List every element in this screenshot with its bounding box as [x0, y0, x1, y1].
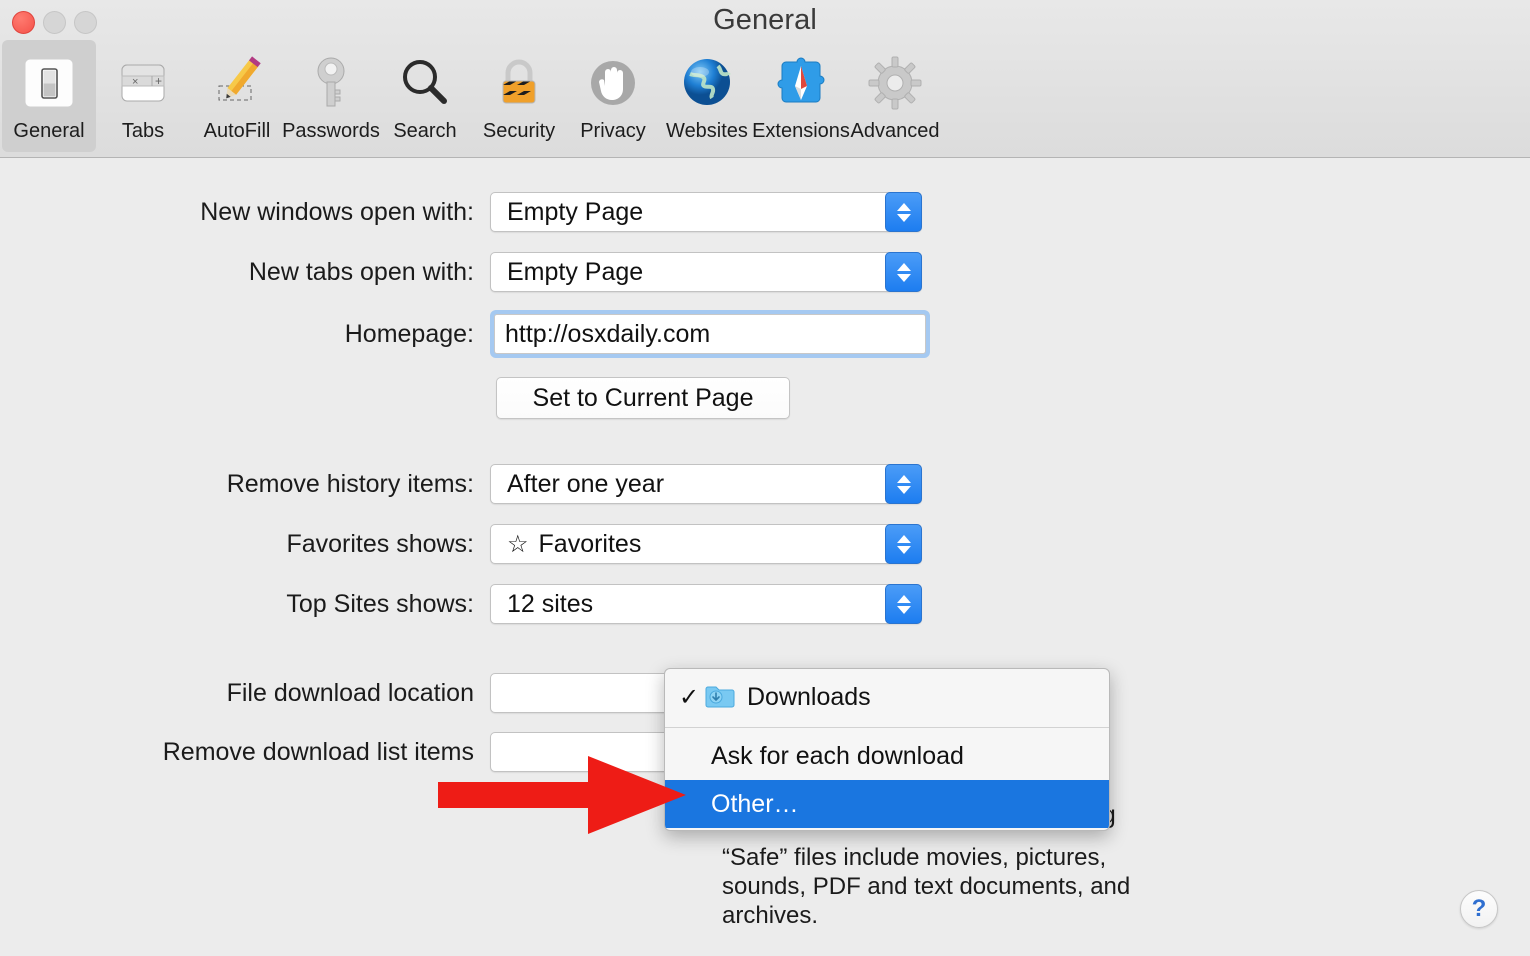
- toolbar-item-label: Tabs: [121, 120, 165, 142]
- row-remove-history: Remove history items: After one year: [0, 464, 922, 504]
- toolbar-item-label: Privacy: [580, 120, 646, 142]
- row-top-sites-shows: Top Sites shows: 12 sites: [0, 584, 922, 624]
- toolbar-item-label: Advanced: [850, 120, 940, 142]
- homepage-field-focus-ring: [490, 310, 930, 358]
- toolbar-item-label: Security: [482, 120, 556, 142]
- row-homepage: Homepage:: [0, 310, 930, 358]
- stepper-arrows-icon[interactable]: [885, 252, 922, 292]
- favorites-shows-popup[interactable]: ☆ Favorites: [490, 524, 922, 564]
- menu-item-downloads[interactable]: ✓ Downloads: [665, 673, 1109, 721]
- new-windows-popup[interactable]: Empty Page: [490, 192, 922, 232]
- menu-item-label: Ask for each download: [711, 741, 964, 770]
- homepage-input[interactable]: [494, 314, 926, 354]
- toolbar-item-label: Passwords: [282, 120, 380, 142]
- safe-files-note: “Safe” files include movies, pictures, s…: [722, 844, 1131, 929]
- help-button[interactable]: ?: [1460, 890, 1498, 928]
- new-tabs-label: New tabs open with:: [248, 257, 474, 286]
- menu-item-ask-each-download[interactable]: Ask for each download: [665, 732, 1109, 780]
- row-new-windows: New windows open with: Empty Page: [0, 192, 922, 232]
- top-sites-shows-label: Top Sites shows:: [286, 589, 474, 618]
- preferences-window: General General × + Tabs AutoFill Passwo…: [0, 0, 1530, 956]
- menu-item-label: Other…: [711, 789, 799, 818]
- toolbar-item-search[interactable]: Search: [378, 40, 472, 152]
- toolbar-item-label: General: [13, 120, 85, 142]
- stepper-arrows-icon[interactable]: [885, 584, 922, 624]
- homepage-label: Homepage:: [344, 319, 474, 348]
- toolbar-item-security[interactable]: Security: [472, 40, 566, 152]
- set-to-current-page-button[interactable]: Set to Current Page: [496, 377, 790, 419]
- remove-history-value: After one year: [507, 469, 665, 498]
- padlock-icon: [484, 48, 554, 118]
- top-sites-shows-value: 12 sites: [507, 589, 594, 618]
- stepper-arrows-icon[interactable]: [885, 524, 922, 564]
- svg-text:+: +: [155, 74, 162, 88]
- row-set-current-page: Set to Current Page: [0, 377, 790, 419]
- stepper-arrows-icon[interactable]: [885, 464, 922, 504]
- toolbar-item-label: AutoFill: [203, 120, 271, 142]
- key-icon: [296, 48, 366, 118]
- toolbar-item-tabs[interactable]: × + Tabs: [96, 40, 190, 152]
- toolbar-item-privacy[interactable]: Privacy: [566, 40, 660, 152]
- svg-text:×: ×: [132, 76, 138, 88]
- favorites-shows-value: Favorites: [538, 529, 642, 558]
- top-sites-shows-popup[interactable]: 12 sites: [490, 584, 922, 624]
- stepper-arrows-icon[interactable]: [885, 192, 922, 232]
- light-switch-icon: [14, 48, 84, 118]
- star-icon: ☆: [507, 530, 529, 558]
- toolbar-item-advanced[interactable]: Advanced: [848, 40, 942, 152]
- row-favorites-shows: Favorites shows: ☆ Favorites: [0, 524, 922, 564]
- globe-icon: [672, 48, 742, 118]
- toolbar-item-extensions[interactable]: Extensions: [752, 40, 850, 152]
- hand-icon: [578, 48, 648, 118]
- toolbar-item-passwords[interactable]: Passwords: [282, 40, 380, 152]
- downloads-folder-icon: [705, 684, 735, 710]
- toolbar-item-general[interactable]: General: [2, 40, 96, 152]
- checkmark-icon: ✓: [679, 683, 700, 711]
- gear-icon: [860, 48, 930, 118]
- toolbar-item-label: Websites: [666, 120, 748, 142]
- general-preferences-pane: New windows open with: Empty Page New ta…: [0, 158, 1530, 956]
- titlebar: General General × + Tabs AutoFill Passwo…: [0, 0, 1530, 158]
- window-title: General: [713, 4, 817, 36]
- menu-item-label: Downloads: [747, 682, 871, 711]
- toolbar-item-label: Search: [393, 120, 457, 142]
- file-download-location-menu: ✓ Downloads Ask for each download Other…: [664, 668, 1110, 831]
- toolbar-item-websites[interactable]: Websites: [660, 40, 754, 152]
- toolbar-item-autofill[interactable]: AutoFill: [190, 40, 284, 152]
- favorites-shows-label: Favorites shows:: [286, 529, 474, 558]
- new-tabs-popup[interactable]: Empty Page: [490, 252, 922, 292]
- browser-tabs-icon: × +: [108, 48, 178, 118]
- remove-download-list-label: Remove download list items: [162, 737, 474, 766]
- remove-history-label: Remove history items:: [226, 469, 474, 498]
- menu-item-other[interactable]: Other…: [665, 780, 1109, 828]
- new-tabs-value: Empty Page: [507, 257, 644, 286]
- row-new-tabs: New tabs open with: Empty Page: [0, 252, 922, 292]
- file-download-location-label: File download location: [226, 678, 474, 707]
- menu-separator: [665, 727, 1109, 728]
- pencil-icon: [202, 48, 272, 118]
- toolbar-item-label: Extensions: [752, 120, 850, 142]
- new-windows-label: New windows open with:: [200, 197, 474, 226]
- magnifier-icon: [390, 48, 460, 118]
- new-windows-value: Empty Page: [507, 197, 644, 226]
- puzzle-compass-icon: [766, 48, 836, 118]
- remove-history-popup[interactable]: After one year: [490, 464, 922, 504]
- preferences-toolbar: General × + Tabs AutoFill Passwords Sear…: [0, 40, 942, 156]
